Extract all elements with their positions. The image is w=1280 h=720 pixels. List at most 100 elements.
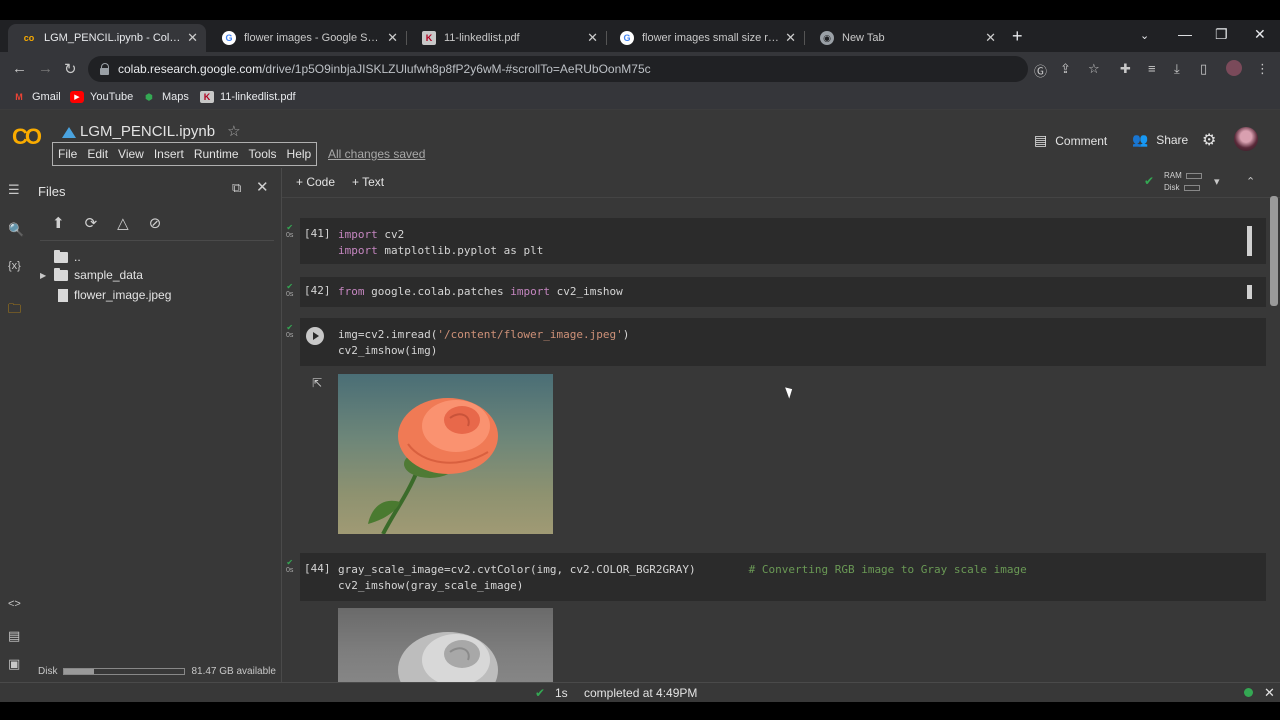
reload-icon[interactable]: ↻ xyxy=(64,60,77,78)
colab-logo-icon[interactable]: CO xyxy=(12,124,42,150)
share-page-icon[interactable]: ⇪ xyxy=(1060,61,1071,77)
tab-flower-images-search[interactable]: G flower images - Google Search ✕ xyxy=(208,24,406,52)
output-actions-icon[interactable]: ⇱ xyxy=(312,376,322,390)
file-item-flower-image[interactable]: flower_image.jpeg xyxy=(58,288,171,302)
new-tab-plus-icon[interactable]: + xyxy=(1012,26,1023,47)
chevron-right-icon[interactable]: ▶ xyxy=(40,271,46,280)
bookmark-label: Maps xyxy=(162,91,189,103)
execution-count: [42] xyxy=(304,284,331,297)
menu-view[interactable]: View xyxy=(113,147,149,161)
url-host: colab.research.google.com xyxy=(118,62,263,76)
files-panel: Files ⧉ ✕ ⬆ ⟳ △ ⊘ .. ▶ sample_data flowe… xyxy=(32,168,282,682)
window-close-icon[interactable]: ✕ xyxy=(1254,26,1266,43)
forward-arrow-icon[interactable]: → xyxy=(38,60,53,77)
bookmark-linkedlist-pdf[interactable]: K 11-linkedlist.pdf xyxy=(200,91,296,103)
cell-scrollbar[interactable] xyxy=(1247,226,1252,256)
status-message[interactable]: completed at 4:49PM xyxy=(584,686,697,700)
restore-icon[interactable]: ❐ xyxy=(1215,26,1228,43)
open-in-tab-icon[interactable]: ⧉ xyxy=(232,180,241,196)
url-omnibox[interactable]: colab.research.google.com/drive/1p5O9inb… xyxy=(88,56,1028,82)
close-icon[interactable]: ✕ xyxy=(187,30,198,46)
code-cell-42[interactable]: ✔ 0s [42] from google.colab.patches impor… xyxy=(286,277,1266,307)
bookmark-youtube[interactable]: ▶ YouTube xyxy=(70,91,133,103)
bookmark-star-icon[interactable]: ☆ xyxy=(1088,61,1100,77)
tab-colab[interactable]: co LGM_PENCIL.ipynb - Colaboratory ✕ xyxy=(8,24,206,52)
tab-search-chevron-icon[interactable]: ⌄ xyxy=(1140,29,1149,42)
tab-separator xyxy=(406,31,407,45)
code-cell-44[interactable]: ✔ 0s [44] gray_scale_image=cv2.cvtColor(i… xyxy=(286,553,1266,601)
gear-icon[interactable]: ⚙ xyxy=(1202,130,1216,150)
close-icon[interactable]: ✕ xyxy=(985,30,996,46)
notebook-title[interactable]: LGM_PENCIL.ipynb xyxy=(80,123,215,140)
run-status-check-icon: ✔ 0s xyxy=(286,282,294,299)
file-item-sample-data[interactable]: ▶ sample_data xyxy=(40,267,143,282)
close-icon[interactable]: ✕ xyxy=(785,30,796,46)
hide-files-icon[interactable]: ⊘ xyxy=(149,214,162,232)
tab-new-tab[interactable]: ◉ New Tab ✕ xyxy=(806,24,1004,52)
command-palette-icon[interactable]: ▤ xyxy=(8,628,20,644)
menu-file[interactable]: File xyxy=(53,147,82,161)
add-text-button[interactable]: + Text xyxy=(352,175,384,189)
download-icon[interactable]: ⤓ xyxy=(1174,61,1180,77)
notebook-toolbar: + Code + Text ✔ RAM Disk ▾ ⌃ xyxy=(282,168,1280,198)
tab-linkedlist-pdf[interactable]: K 11-linkedlist.pdf ✕ xyxy=(408,24,606,52)
google-lens-icon[interactable]: Ⓖ xyxy=(1034,61,1047,80)
refresh-folder-icon[interactable]: ⟳ xyxy=(85,214,98,232)
star-icon[interactable]: ☆ xyxy=(227,122,240,140)
extensions-puzzle-icon[interactable]: ✚ xyxy=(1120,61,1131,77)
variables-icon[interactable]: {x} xyxy=(8,260,21,272)
folder-up-icon xyxy=(54,249,68,263)
share-button[interactable]: 👥 Share xyxy=(1132,132,1188,148)
menu-edit[interactable]: Edit xyxy=(82,147,113,161)
ram-disk-indicator[interactable]: RAM Disk xyxy=(1164,170,1202,194)
code-snippets-icon[interactable]: <> xyxy=(8,598,21,610)
profile-avatar-icon[interactable] xyxy=(1226,60,1242,76)
cell-code[interactable]: import cv2 import matplotlib.pyplot as p… xyxy=(338,227,543,259)
cell-code[interactable]: from google.colab.patches import cv2_ims… xyxy=(338,284,623,300)
disk-usage: Disk 81.47 GB available xyxy=(38,666,276,677)
close-icon[interactable]: ✕ xyxy=(387,30,398,46)
side-panel-icon[interactable]: ▯ xyxy=(1200,61,1207,77)
save-status-link[interactable]: All changes saved xyxy=(328,147,425,161)
mount-drive-icon[interactable]: △ xyxy=(117,214,129,232)
menu-insert[interactable]: Insert xyxy=(149,147,189,161)
bookmark-maps[interactable]: ⬢ Maps xyxy=(142,91,189,103)
terminal-icon[interactable]: ▣ xyxy=(8,656,20,672)
add-code-button[interactable]: + Code xyxy=(296,175,335,189)
more-vert-icon[interactable]: ⋮ xyxy=(1256,61,1269,77)
menu-help[interactable]: Help xyxy=(282,147,317,161)
ram-label: RAM xyxy=(1164,171,1182,180)
cell-scrollbar[interactable] xyxy=(1247,285,1252,299)
files-folder-icon[interactable]: 🗀 xyxy=(8,300,21,322)
minimize-icon[interactable]: — xyxy=(1178,26,1192,42)
code-cell-imread[interactable]: ✔ 0s img=cv2.imread('/content/flower_imag… xyxy=(286,318,1266,366)
notebook-scrollbar[interactable] xyxy=(1270,196,1278,306)
upload-file-icon[interactable]: ⬆ xyxy=(52,214,65,232)
back-arrow-icon[interactable]: ← xyxy=(12,60,27,77)
comment-button[interactable]: ▤ Comment xyxy=(1034,132,1107,149)
menu-tools[interactable]: Tools xyxy=(244,147,282,161)
run-cell-button[interactable] xyxy=(306,327,324,345)
close-icon[interactable]: ✕ xyxy=(587,30,598,46)
close-status-icon[interactable]: ✕ xyxy=(1264,685,1275,701)
table-of-contents-icon[interactable]: ☰ xyxy=(8,182,20,198)
search-icon[interactable]: 🔍 xyxy=(8,222,24,238)
menu-runtime[interactable]: Runtime xyxy=(189,147,244,161)
status-bar: ✔ 1s completed at 4:49PM ✕ xyxy=(0,682,1280,702)
cell-code[interactable]: gray_scale_image=cv2.cvtColor(img, cv2.C… xyxy=(338,562,1027,594)
user-avatar[interactable] xyxy=(1234,127,1258,151)
reading-list-icon[interactable]: ≡ xyxy=(1148,61,1156,76)
cell-code[interactable]: img=cv2.imread('/content/flower_image.jp… xyxy=(338,327,629,359)
disk-usage-bar xyxy=(63,668,186,675)
close-panel-icon[interactable]: ✕ xyxy=(256,178,269,196)
tab-flower-rose-search[interactable]: G flower images small size rose - Google… xyxy=(606,24,804,52)
code-cell-41[interactable]: ✔ 0s [41] import cv2 import matplotlib.py… xyxy=(286,218,1266,264)
chrome-icon: ◉ xyxy=(820,31,834,45)
bookmark-gmail[interactable]: M Gmail xyxy=(12,91,60,103)
collapse-header-icon[interactable]: ⌃ xyxy=(1246,175,1255,188)
run-status-check-icon: ✔ 0s xyxy=(286,323,294,340)
youtube-icon: ▶ xyxy=(70,91,84,103)
run-status-check-icon: ✔ 0s xyxy=(286,223,294,240)
runtime-dropdown-icon[interactable]: ▾ xyxy=(1214,175,1220,188)
file-item-parent[interactable]: .. xyxy=(54,249,81,264)
